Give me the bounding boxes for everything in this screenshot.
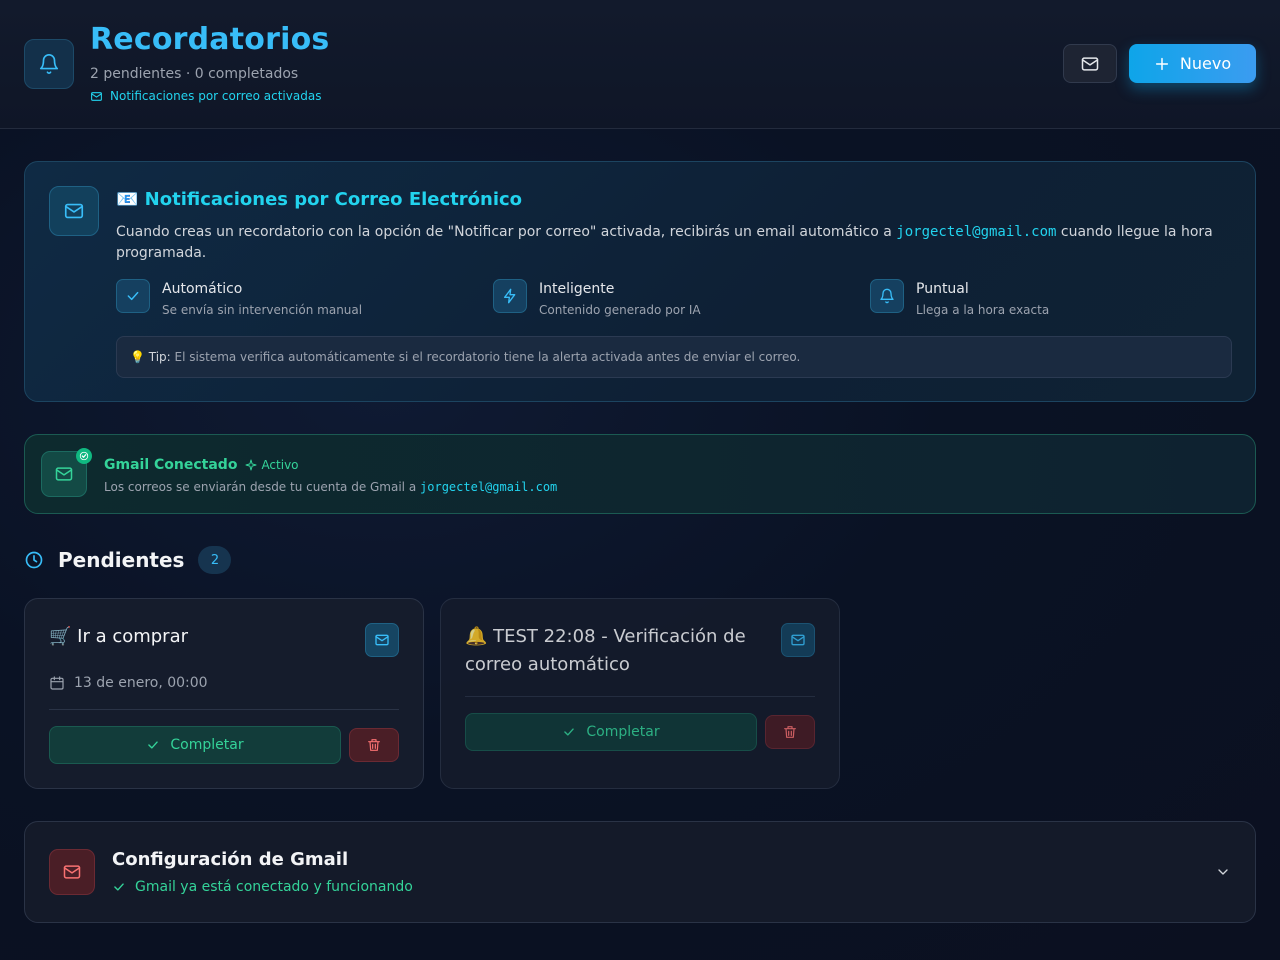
feature-title: Inteligente (539, 281, 615, 297)
config-status: Gmail ya está conectado y funcionando (112, 879, 413, 895)
info-desc-before: Cuando creas un recordatorio con la opci… (116, 224, 897, 240)
mail-icon (791, 634, 805, 646)
complete-button[interactable]: Completar (49, 726, 341, 764)
reminder-counts: 2 pendientes · 0 completados (90, 66, 299, 82)
gmail-description: Los correos se enviarán desde tu cuenta … (104, 480, 557, 494)
new-button-label: Nuevo (1179, 54, 1232, 73)
plus-icon (1155, 57, 1168, 70)
sparkle-icon (245, 459, 257, 471)
complete-button[interactable]: Completar (465, 713, 757, 751)
bell-icon (24, 39, 74, 89)
complete-label: Completar (586, 724, 660, 740)
reminder-date: 13 de enero, 00:00 (49, 675, 208, 691)
reminder-email-toggle[interactable] (781, 623, 815, 657)
divider (465, 696, 815, 697)
gmail-email: jorgectel@gmail.com (420, 480, 558, 494)
mail-icon (91, 91, 102, 101)
calendar-icon (50, 676, 64, 690)
mail-icon (49, 849, 95, 895)
divider (49, 709, 399, 710)
clock-icon (25, 551, 43, 569)
info-title: 📧 Notificaciones por Correo Electrónico (116, 189, 523, 210)
reminder-card: 🔔 TEST 22:08 - Verificación de correo au… (440, 598, 840, 789)
feature-subtitle: Llega a la hora exacta (916, 303, 1050, 317)
mail-icon (375, 634, 389, 646)
feature-intelligent: Inteligente Contenido generado por IA (493, 279, 701, 317)
config-title: Configuración de Gmail (112, 849, 349, 870)
feature-title: Automático (162, 281, 243, 297)
reminder-email-toggle[interactable] (365, 623, 399, 657)
config-status-label: Gmail ya está conectado y funcionando (135, 879, 413, 895)
feature-title: Puntual (916, 281, 969, 297)
email-status: Notificaciones por correo activadas (90, 89, 321, 103)
reminder-date-label: 13 de enero, 00:00 (74, 675, 208, 691)
email-status-label: Notificaciones por correo activadas (110, 89, 322, 103)
tip-text: El sistema verifica automáticamente si e… (170, 350, 801, 364)
reminder-card: 🛒 Ir a comprar 13 de enero, 00:00 Comple… (24, 598, 424, 789)
email-settings-button[interactable] (1063, 44, 1117, 83)
gmail-config-panel[interactable]: Configuración de Gmail Gmail ya está con… (24, 821, 1256, 923)
gmail-status-badge: Activo (245, 458, 299, 472)
check-icon (114, 883, 124, 891)
feature-automatic: Automático Se envía sin intervención man… (116, 279, 362, 317)
pending-count-badge: 2 (198, 546, 232, 574)
email-info-card: 📧 Notificaciones por Correo Electrónico … (24, 161, 1256, 402)
feature-subtitle: Se envía sin intervención manual (162, 303, 363, 317)
check-icon (148, 741, 159, 749)
chevron-down-icon[interactable] (1215, 864, 1231, 884)
bell-icon (870, 279, 904, 313)
reminder-title: 🛒 Ir a comprar (49, 626, 189, 647)
gmail-title: Gmail Conectado (104, 457, 238, 473)
delete-button[interactable] (349, 728, 399, 762)
new-reminder-button[interactable]: Nuevo (1129, 44, 1256, 83)
info-email: jorgectel@gmail.com (896, 224, 1057, 240)
gmail-connected-card: Gmail Conectado Activo Los correos se en… (24, 434, 1256, 514)
pending-title: Pendientes (58, 548, 185, 572)
page-header: Recordatorios 2 pendientes · 0 completad… (0, 0, 1280, 129)
tip-box: 💡 Tip: El sistema verifica automáticamen… (116, 336, 1232, 378)
gmail-status-label: Activo (261, 458, 299, 472)
page-title: Recordatorios (90, 22, 330, 57)
gmail-title-row: Gmail Conectado Activo (104, 457, 299, 473)
lightning-icon (493, 279, 527, 313)
connected-check-icon (76, 448, 92, 464)
feature-subtitle: Contenido generado por IA (539, 303, 701, 317)
trash-icon (784, 726, 796, 738)
trash-icon (368, 739, 380, 751)
check-icon (116, 279, 150, 313)
complete-label: Completar (170, 737, 244, 753)
gmail-desc-text: Los correos se enviarán desde tu cuenta … (104, 480, 421, 494)
mail-icon (49, 186, 99, 236)
pending-section-header: Pendientes 2 (24, 546, 232, 574)
feature-punctual: Puntual Llega a la hora exacta (870, 279, 1049, 317)
mail-icon (1081, 56, 1099, 71)
reminder-title: 🔔 TEST 22:08 - Verificación de correo au… (465, 626, 746, 675)
info-description: Cuando creas un recordatorio con la opci… (116, 222, 1226, 264)
delete-button[interactable] (765, 715, 815, 749)
tip-label: 💡 Tip: (130, 350, 171, 364)
check-icon (564, 728, 575, 736)
